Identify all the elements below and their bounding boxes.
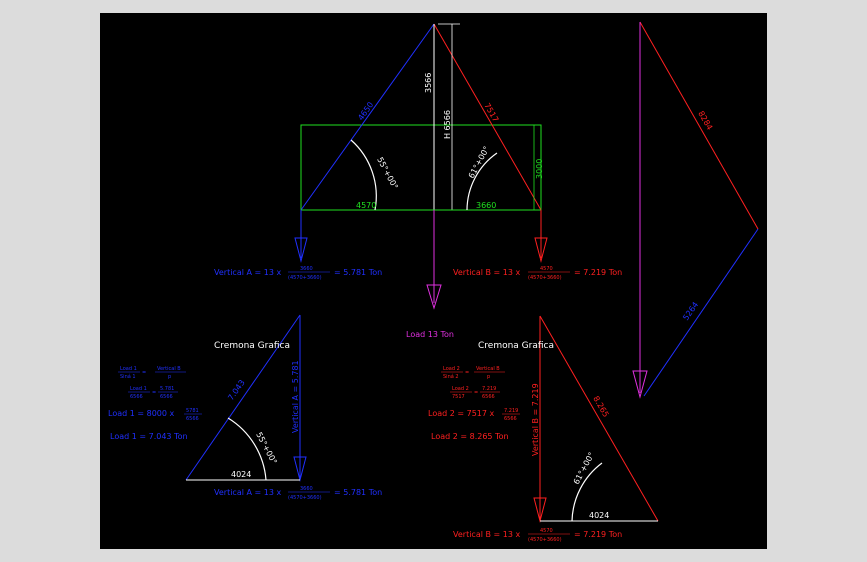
svg-text:Vertical B = 13 x: Vertical B = 13 x (453, 268, 520, 277)
load-label: Load 13 Ton (406, 330, 454, 339)
svg-text:6566: 6566 (186, 416, 199, 422)
far-red-member (639, 21, 759, 230)
left-load-result: Load 1 = 7.043 Ton (110, 432, 188, 441)
svg-text:=: = (474, 390, 478, 396)
svg-text:Load 1 = 8000 x: Load 1 = 8000 x (108, 409, 175, 418)
svg-text:Load 1: Load 1 (120, 366, 137, 372)
left-load-line: Load 1 = 8000 x 5781 6566 (108, 408, 202, 422)
svg-text:Vertical A = 13 x: Vertical A = 13 x (214, 268, 281, 277)
left-base-label: 4570 (356, 201, 376, 210)
left-cremona-angle-label: 55°+00° (254, 431, 278, 466)
svg-text:Vertical B = 13 x: Vertical B = 13 x (453, 530, 520, 539)
svg-text:(4570+3660): (4570+3660) (528, 537, 562, 543)
svg-text:7517: 7517 (452, 394, 465, 400)
svg-text:(4570+3660): (4570+3660) (288, 495, 322, 501)
left-cremona-hyp (185, 314, 301, 481)
svg-text:Load 2: Load 2 (443, 366, 460, 372)
right-cremona-base-label: 4024 (589, 511, 609, 520)
right-load-line: Load 2 = 7517 x 7.219 6566 (428, 408, 520, 422)
left-member-label: 4650 (356, 100, 375, 122)
svg-text:6566: 6566 (130, 394, 143, 400)
svg-text:=: = (465, 370, 469, 376)
svg-text:Vertical B: Vertical B (476, 366, 500, 372)
vertical-a-equation: Vertical A = 13 x 3660 (4570+3660) = 5.7… (214, 266, 382, 281)
svg-text:Vertical A = 13 x: Vertical A = 13 x (214, 488, 281, 497)
svg-text:3660: 3660 (300, 266, 313, 272)
svg-text:7.219: 7.219 (482, 386, 496, 392)
left-cremona-base-label: 4024 (231, 470, 251, 479)
right-base-label: 3660 (476, 201, 496, 210)
height-label: H 6566 (443, 110, 452, 139)
svg-text:= 5.781 Ton: = 5.781 Ton (334, 268, 382, 277)
svg-text:7.219: 7.219 (504, 408, 518, 414)
green-box (300, 124, 542, 211)
svg-text:p: p (168, 374, 171, 380)
left-cremona-title: Cremona Grafica (214, 341, 290, 351)
right-bottom-equation: Vertical B = 13 x 4570 (4570+3660) = 7.2… (453, 528, 622, 543)
left-member (300, 23, 435, 211)
angle-left-label: 55°+00° (375, 156, 399, 191)
left-ratio-2: Load 1 6566 = 5.781 6566 (128, 386, 178, 400)
svg-text:= 5.781 Ton: = 5.781 Ton (334, 488, 382, 497)
svg-text:6566: 6566 (504, 416, 517, 422)
svg-text:Load 2 = 7517 x: Load 2 = 7517 x (428, 409, 495, 418)
svg-text:(4570+3660): (4570+3660) (528, 275, 562, 281)
right-cremona-vert-label: Vertical B = 7.219 (531, 383, 540, 456)
far-bottom-label: 5264 (681, 300, 700, 322)
far-top-label: 8284 (696, 110, 714, 132)
left-cremona-hyp-label: 7.043 (226, 378, 247, 402)
left-bottom-equation: Vertical A = 13 x 3660 (4570+3660) = 5.7… (214, 486, 382, 501)
svg-text:Siná 1: Siná 1 (120, 373, 136, 380)
svg-text:5781: 5781 (186, 408, 199, 414)
svg-text:(4570+3660): (4570+3660) (288, 275, 322, 281)
svg-text:4570: 4570 (540, 266, 553, 272)
svg-text:Load 1: Load 1 (130, 386, 147, 392)
right-load-result: Load 2 = 8.265 Ton (431, 432, 509, 441)
left-cremona-vert-label: Vertical A = 5.781 (291, 360, 300, 433)
left-ratio-1: Load 1 Siná 1 = Vertical B p (118, 366, 186, 380)
svg-text:Load 2: Load 2 (452, 386, 469, 392)
svg-text:6566: 6566 (482, 394, 495, 400)
right-cremona-angle-label: 61°+00° (572, 451, 596, 486)
angle-right-label: 61°+00° (467, 145, 491, 180)
vertical-b-equation: Vertical B = 13 x 4570 (4570+3660) = 7.2… (453, 266, 622, 281)
svg-text:3660: 3660 (300, 486, 313, 492)
svg-text:Siná 2: Siná 2 (443, 373, 459, 380)
right-ratio-2: Load 2 7517 = 7.219 6566 (450, 386, 500, 400)
svg-text:= 7.219 Ton: = 7.219 Ton (574, 268, 622, 277)
svg-text:=: = (152, 390, 156, 396)
angle-arc-left (350, 139, 377, 211)
svg-text:6566: 6566 (160, 394, 173, 400)
svg-text:=: = (142, 370, 146, 376)
far-blue-member (643, 228, 759, 397)
right-ratio-1: Load 2 Siná 2 = Vertical B p (441, 366, 505, 380)
truss-diagram: 4650 7517 3566 H 6566 4570 3660 3000 55°… (108, 21, 759, 543)
svg-text:Vertical B: Vertical B (157, 366, 181, 372)
right-cremona-title: Cremona Grafica (478, 341, 554, 351)
svg-text:p: p (487, 374, 490, 380)
vertical-upper-label: 3566 (424, 73, 433, 93)
svg-text:= 7.219 Ton: = 7.219 Ton (574, 530, 622, 539)
svg-text:5.781: 5.781 (160, 386, 174, 392)
svg-text:4570: 4570 (540, 528, 553, 534)
drawing-canvas[interactable]: 4650 7517 3566 H 6566 4570 3660 3000 55°… (100, 13, 767, 549)
green-height-label: 3000 (535, 159, 544, 179)
right-cremona-hyp-label: 8.265 (591, 395, 610, 419)
